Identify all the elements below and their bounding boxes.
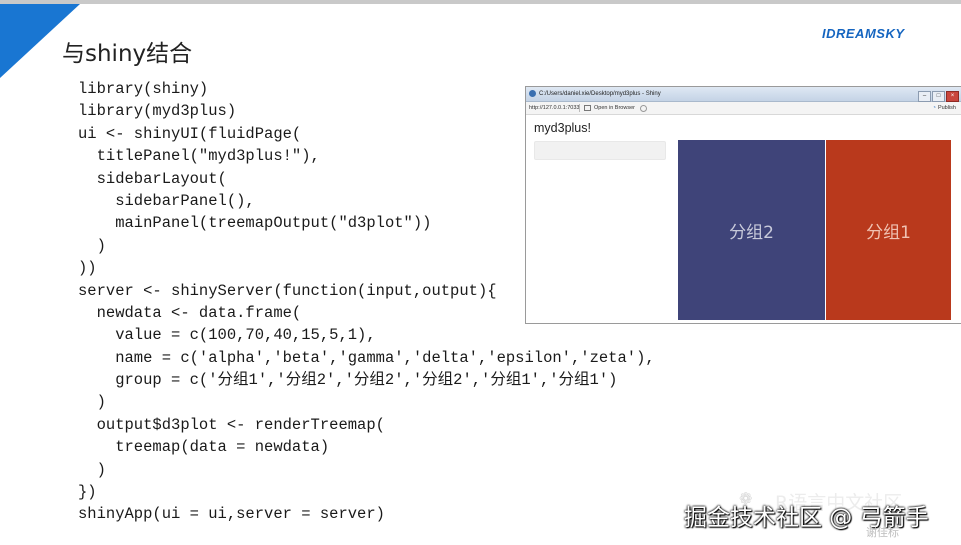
url-label: http://127.0.0.1:7033 xyxy=(529,105,580,111)
code-line: ) xyxy=(78,460,106,479)
watermark-under-text: 谢佳标 xyxy=(866,526,899,539)
minimize-button[interactable]: – xyxy=(918,91,931,102)
code-line: treemap(data = newdata) xyxy=(78,438,330,457)
toolbar-divider xyxy=(579,104,580,112)
code-line: shinyApp(ui = ui,server = server) xyxy=(78,505,385,524)
code-line: }) xyxy=(78,483,97,502)
tile-label: 分组1 xyxy=(866,222,911,243)
treemap-plot: 分组2 分组1 xyxy=(678,140,951,320)
slide-title: 与shiny结合 xyxy=(62,41,193,67)
slide-top-border xyxy=(0,0,961,4)
code-line: ) xyxy=(78,393,106,412)
treemap-tile-group2[interactable]: 分组2 xyxy=(678,140,825,320)
code-line: name = c('alpha','beta','gamma','delta',… xyxy=(78,348,655,367)
publish-button[interactable]: Publish xyxy=(933,102,956,114)
viewer-toolbar: http://127.0.0.1:7033 Open in Browser Pu… xyxy=(526,102,961,115)
app-window-icon xyxy=(529,90,536,97)
refresh-icon[interactable] xyxy=(640,105,647,112)
dreamsky-logo: IDREAMSKY xyxy=(822,26,905,41)
maximize-button[interactable]: □ xyxy=(932,91,945,102)
sidebar-panel xyxy=(534,141,666,160)
tile-label: 分组2 xyxy=(729,222,774,243)
code-line: group = c('分组1','分组2','分组2','分组2','分组1',… xyxy=(78,371,618,390)
open-in-browser-button[interactable]: Open in Browser xyxy=(584,102,635,114)
shiny-app-screenshot: C:/Users/daniel.xie/Desktop/myd3plus - S… xyxy=(525,86,961,324)
close-button[interactable]: × xyxy=(946,91,959,102)
code-line: value = c(100,70,40,15,5,1), xyxy=(78,326,376,345)
window-controls: – □ × xyxy=(917,89,959,103)
window-titlebar: C:/Users/daniel.xie/Desktop/myd3plus - S… xyxy=(526,87,961,102)
shiny-app-title: myd3plus! xyxy=(534,121,591,135)
window-title: C:/Users/daniel.xie/Desktop/myd3plus - S… xyxy=(539,91,661,97)
code-line: output$d3plot <- renderTreemap( xyxy=(78,415,385,434)
treemap-tile-group1[interactable]: 分组1 xyxy=(826,140,951,320)
